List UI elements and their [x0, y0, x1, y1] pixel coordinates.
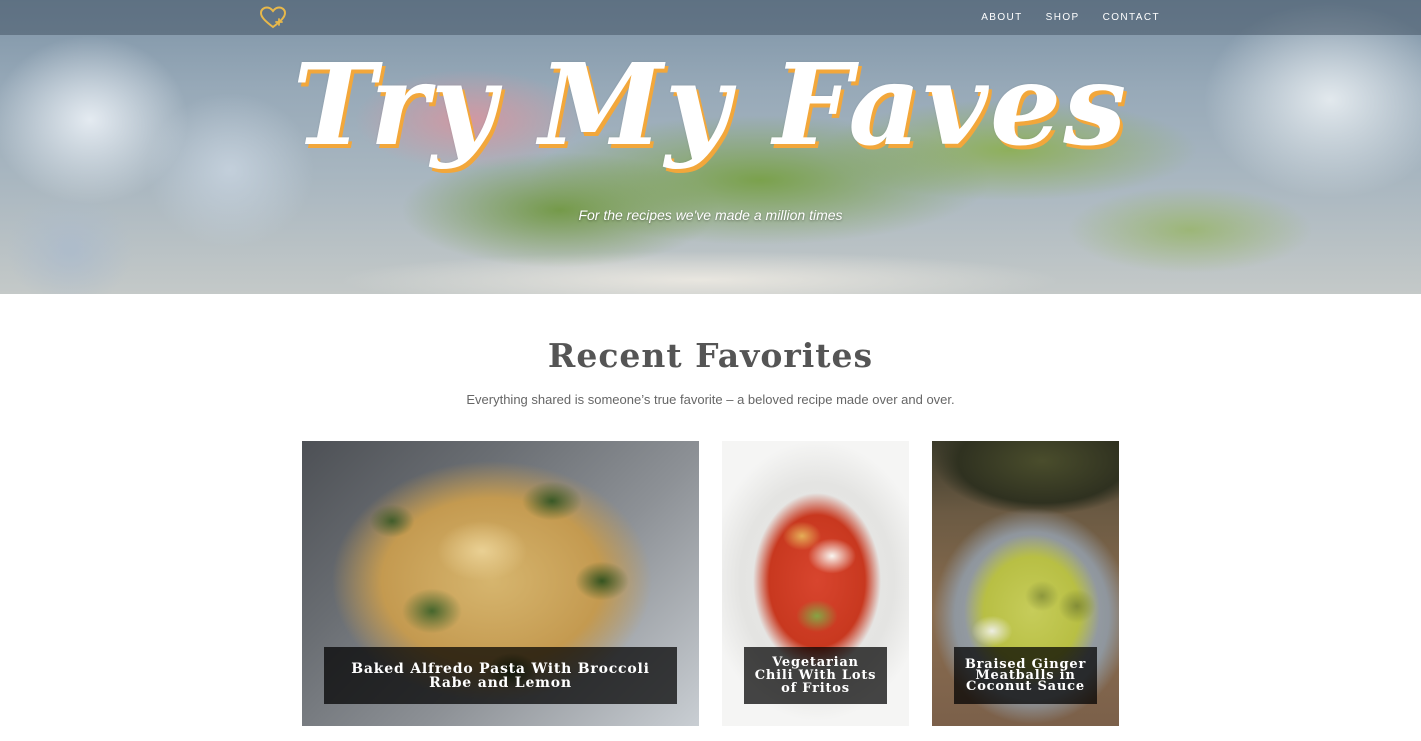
heart-plus-icon[interactable] [259, 6, 287, 30]
recipe-card-title: Braised Ginger Meatballs in Coconut Sauc… [954, 647, 1097, 704]
recipe-card[interactable]: Vegetarian Chili With Lots of Fritos [722, 441, 909, 726]
nav-link-shop[interactable]: SHOP [1046, 12, 1080, 23]
nav-link-about[interactable]: ABOUT [981, 12, 1022, 23]
recipe-card-title: Baked Alfredo Pasta With Broccoli Rabe a… [324, 647, 677, 704]
nav-links: ABOUT SHOP CONTACT [981, 12, 1160, 23]
section-title: Recent Favorites [547, 336, 874, 375]
recipe-card-title: Vegetarian Chili With Lots of Fritos [744, 647, 887, 704]
hero-title: Try My Faves [292, 40, 1129, 171]
hero-banner: Try My Faves For the recipes we've made … [0, 0, 1421, 294]
nav-link-contact[interactable]: CONTACT [1103, 12, 1160, 23]
recipe-card[interactable]: Baked Alfredo Pasta With Broccoli Rabe a… [302, 441, 699, 726]
recipe-card[interactable]: Braised Ginger Meatballs in Coconut Sauc… [932, 441, 1119, 726]
section-subtitle: Everything shared is someone’s true favo… [466, 392, 955, 407]
top-navbar: ABOUT SHOP CONTACT [0, 0, 1421, 35]
hero-subtitle: For the recipes we've made a million tim… [578, 207, 843, 223]
